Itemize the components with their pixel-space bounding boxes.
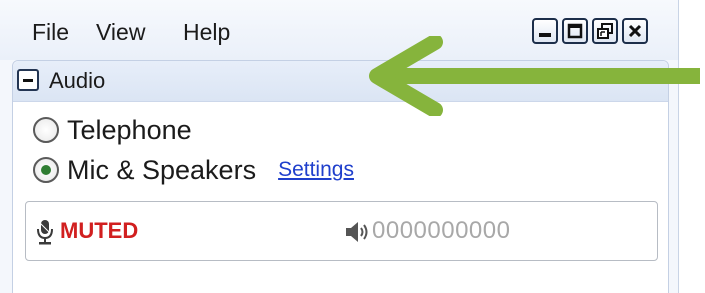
menu-file[interactable]: File <box>32 18 69 46</box>
telephone-radio[interactable] <box>33 117 59 143</box>
telephone-label: Telephone <box>67 114 192 145</box>
volume-meter: 0000000000 <box>372 217 511 244</box>
settings-link[interactable]: Settings <box>278 158 354 182</box>
menu-view[interactable]: View <box>96 18 145 46</box>
mic-speakers-option[interactable]: Mic & Speakers Settings <box>33 153 354 187</box>
audio-status-box: MUTED 0000000000 <box>25 201 658 261</box>
screen: File View Help Audio Telephone Mic & Spe… <box>0 0 705 293</box>
microphone-icon[interactable] <box>35 219 55 245</box>
mic-speakers-radio[interactable] <box>33 157 59 183</box>
speaker-icon <box>346 222 368 242</box>
green-arrow-icon <box>369 36 700 116</box>
minus-icon[interactable] <box>17 69 39 91</box>
telephone-option[interactable]: Telephone <box>33 113 192 147</box>
menu-help[interactable]: Help <box>183 18 230 46</box>
audio-title: Audio <box>49 68 106 93</box>
muted-status: MUTED <box>60 218 139 243</box>
mic-speakers-label: Mic & Speakers <box>67 154 257 185</box>
